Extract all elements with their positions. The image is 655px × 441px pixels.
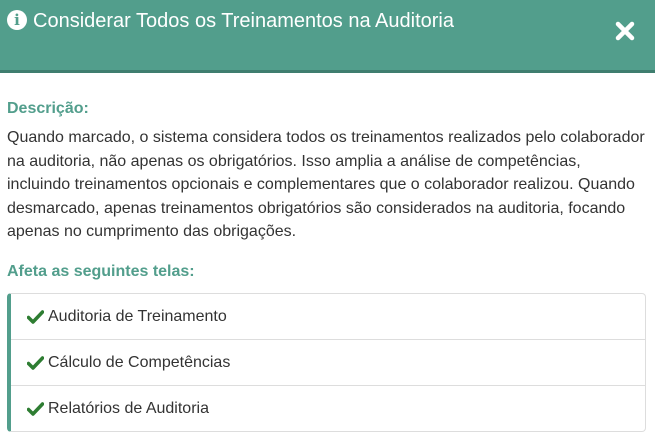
info-circle-icon: i [7,10,27,30]
check-icon [27,309,44,324]
screen-item-label: Relatórios de Auditoria [48,399,209,417]
dialog-header: i Considerar Todos os Treinamentos na Au… [0,0,655,73]
check-icon [27,401,44,416]
list-item: Cálculo de Competências [11,340,645,386]
list-item: Relatórios de Auditoria [11,386,645,431]
dialog-title: Considerar Todos os Treinamentos na Audi… [33,10,454,32]
close-button[interactable] [612,18,638,44]
description-text: Quando marcado, o sistema considera todo… [7,129,645,240]
info-dialog: i Considerar Todos os Treinamentos na Au… [0,0,655,441]
list-item: Auditoria de Treinamento [11,294,645,340]
screen-item-label: Cálculo de Competências [48,353,231,371]
description-label: Descrição: [7,100,89,117]
affected-screens-label: Afeta as seguintes telas: [7,263,195,280]
screen-item-label: Auditoria de Treinamento [48,307,227,325]
check-icon [27,355,44,370]
affected-screens-list: Auditoria de Treinamento Cálculo de Comp… [7,293,646,432]
close-icon [615,21,635,41]
